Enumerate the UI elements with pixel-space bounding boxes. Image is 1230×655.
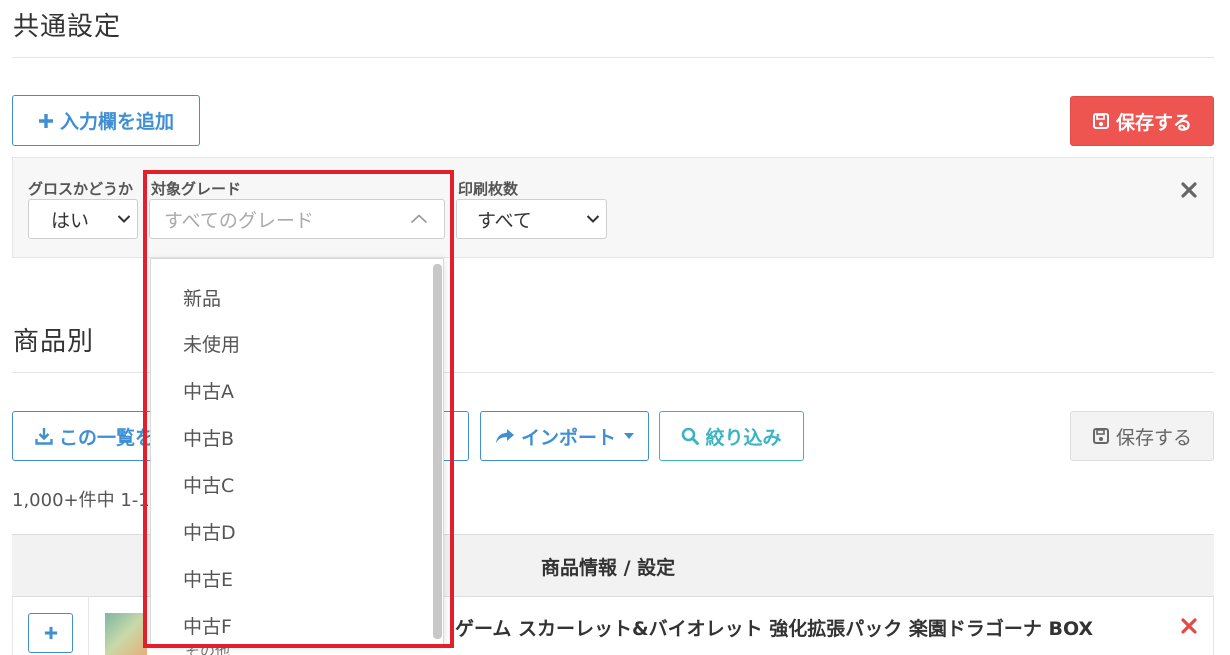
gloss-select-value: はい [51, 209, 90, 232]
caret-down-icon [624, 433, 634, 439]
product-name: ゲーム スカーレット&バイオレット 強化拡張パック 楽園ドラゴーナ BOX [455, 618, 1094, 640]
filter-label: 絞り込み [705, 426, 782, 449]
gloss-label: グロスかどうか [28, 180, 134, 198]
product-save-button[interactable]: 保存する [1070, 411, 1214, 461]
remove-filter-row-button[interactable] [1181, 182, 1199, 200]
save-icon [1092, 427, 1110, 445]
add-field-button[interactable]: 入力欄を追加 [12, 95, 200, 146]
search-icon [681, 427, 700, 445]
grade-option[interactable]: 中古F [183, 612, 232, 639]
grade-option[interactable]: 中古B [183, 424, 234, 451]
gloss-select[interactable]: はい [28, 199, 138, 239]
chevron-up-icon [410, 214, 428, 224]
import-button[interactable]: インポート [480, 411, 649, 461]
dropdown-pointer [204, 259, 222, 267]
grade-label: 対象グレード [151, 180, 242, 198]
result-count: 1,000+件中 1-1 [12, 490, 150, 511]
expand-row-button[interactable] [28, 613, 73, 653]
download-icon [35, 427, 53, 445]
close-icon [1181, 618, 1197, 638]
chevron-down-icon [586, 214, 600, 224]
print-count-select-value: すべて [477, 209, 532, 232]
plus-icon [38, 113, 54, 129]
grade-option[interactable]: 新品 [183, 284, 221, 311]
grade-option[interactable]: 中古E [183, 565, 233, 592]
add-field-label: 入力欄を追加 [59, 111, 174, 133]
export-label: この一覧を [59, 426, 155, 449]
divider [12, 57, 1214, 58]
grade-dropdown: 新品 未使用 中古A 中古B 中古C 中古D 中古E 中古F [150, 258, 444, 645]
share-icon [495, 428, 515, 444]
plus-icon [44, 626, 58, 640]
filter-button[interactable]: 絞り込み [659, 411, 804, 461]
grade-select-placeholder: すべてのグレード [164, 209, 314, 232]
print-count-select[interactable]: すべて [456, 199, 607, 239]
grade-select[interactable]: すべてのグレード [149, 199, 445, 239]
grade-option[interactable]: 未使用 [183, 330, 240, 357]
product-thumbnail [105, 613, 147, 655]
grade-option[interactable]: 中古D [183, 518, 236, 545]
common-settings-title: 共通設定 [13, 12, 122, 42]
delete-row-button[interactable] [1181, 618, 1199, 636]
table-header-label: 商品情報 / 設定 [541, 557, 676, 579]
product-save-label: 保存する [1115, 426, 1192, 449]
save-button[interactable]: 保存する [1070, 96, 1214, 146]
close-icon [1181, 182, 1197, 202]
print-count-label: 印刷枚数 [458, 180, 519, 198]
save-icon [1092, 112, 1110, 130]
per-product-title: 商品別 [13, 327, 95, 357]
import-label: インポート [520, 426, 616, 449]
grade-option[interactable]: 中古A [183, 377, 234, 404]
column-divider [88, 597, 89, 655]
save-label: 保存する [1115, 111, 1192, 134]
grade-option[interactable]: 中古C [183, 471, 234, 498]
chevron-down-icon [117, 214, 131, 224]
dropdown-scrollbar[interactable] [433, 264, 442, 639]
